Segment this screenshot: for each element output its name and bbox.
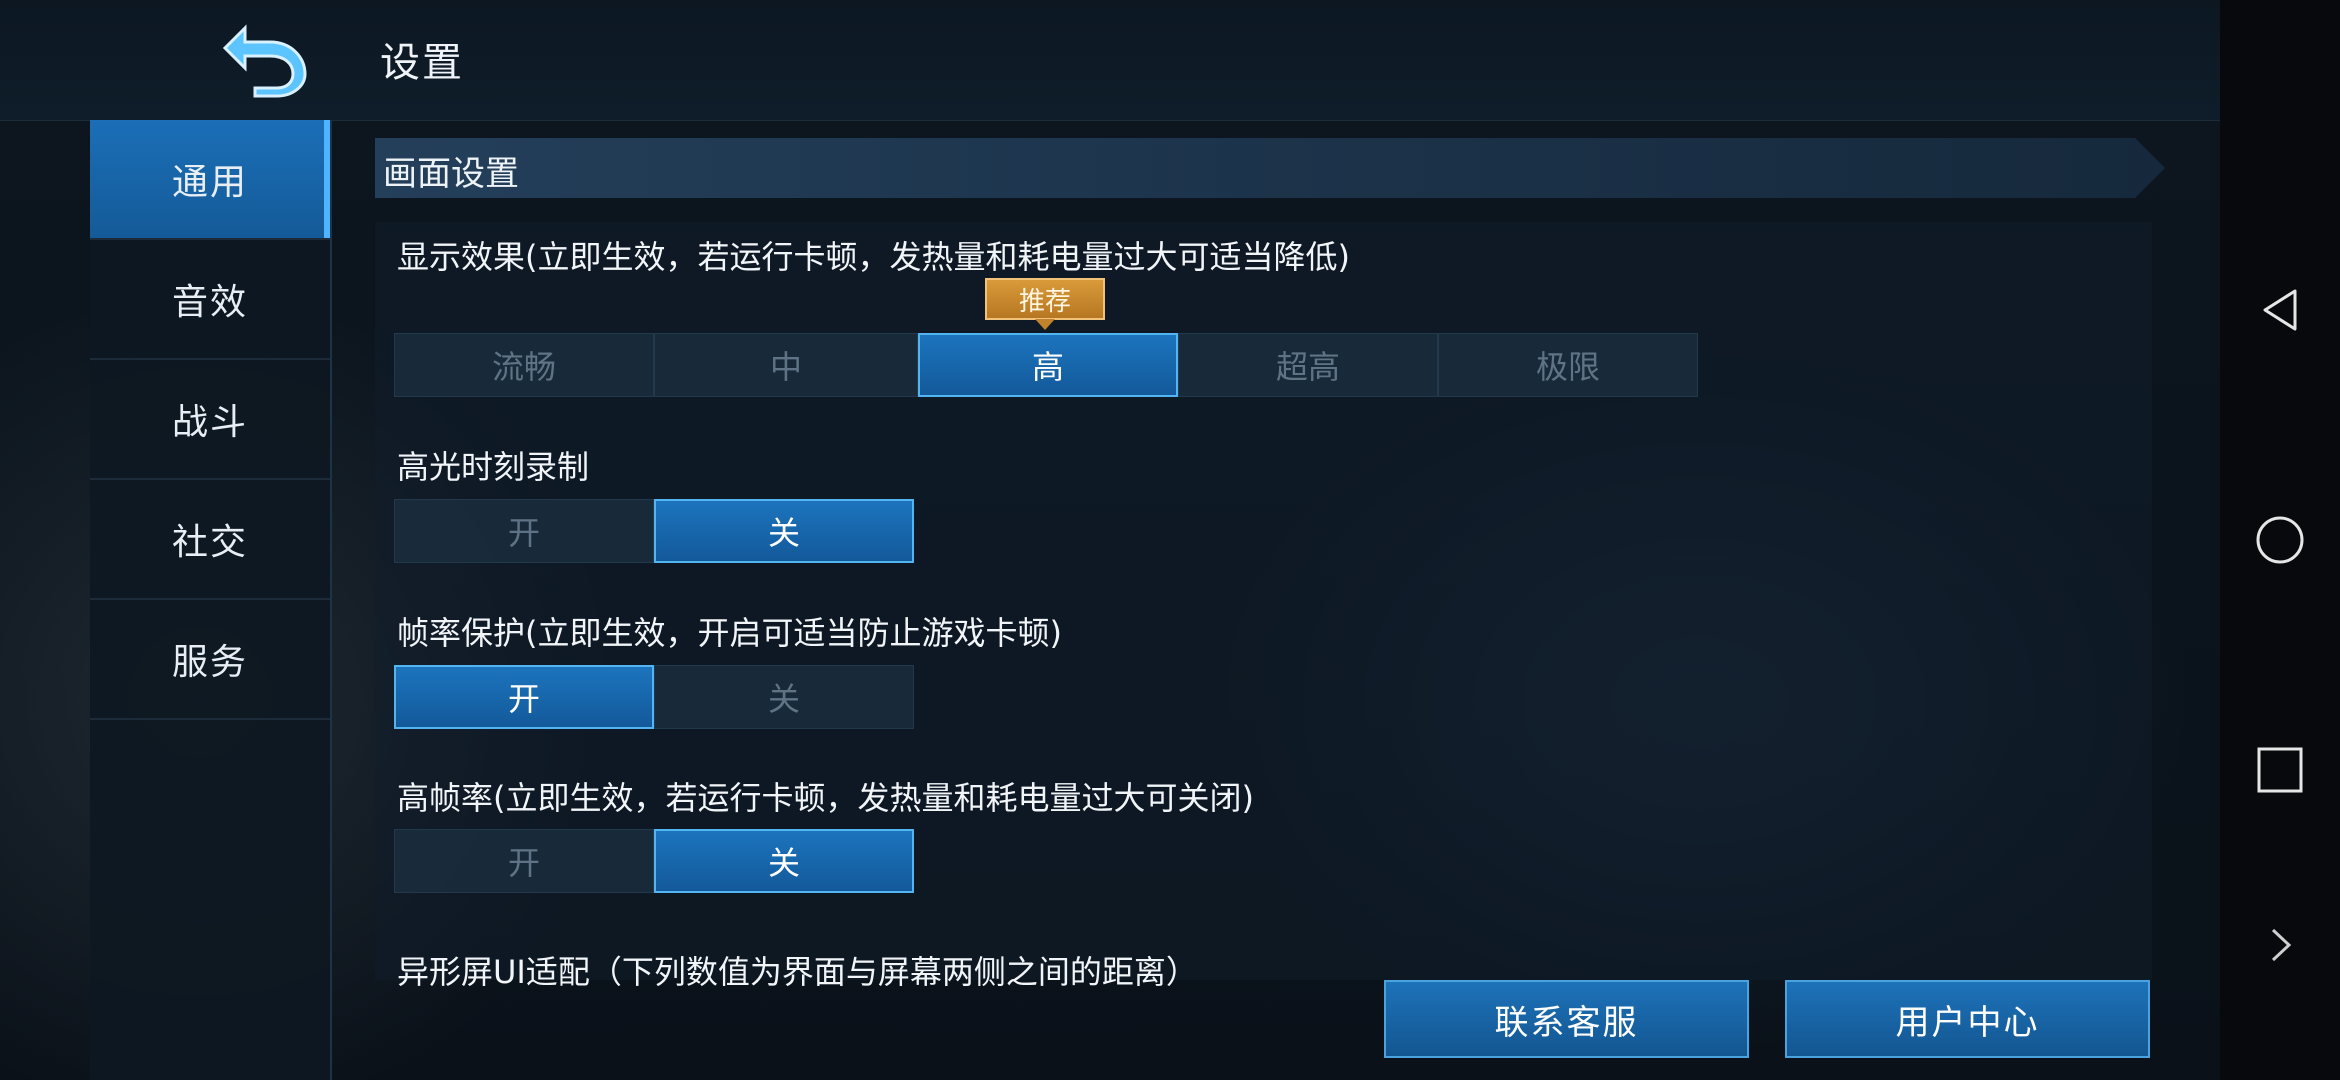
- sidebar-item-sound[interactable]: 音效: [90, 240, 330, 360]
- contact-support-button[interactable]: 联系客服: [1384, 980, 1749, 1058]
- chevron-right-icon[interactable]: [2255, 920, 2305, 970]
- high-fps-on-option[interactable]: 开: [394, 829, 654, 893]
- frame-protect-off-option[interactable]: 关: [654, 665, 914, 729]
- high-fps-toggle: 开 关: [394, 829, 914, 895]
- sidebar-item-label: 通用: [171, 162, 248, 203]
- display-effect-selector: 流畅 中 高 超高 极限: [394, 333, 1698, 399]
- sidebar-item-battle[interactable]: 战斗: [90, 360, 330, 480]
- sidebar-item-label: 音效: [171, 282, 248, 323]
- section-title: 画面设置: [383, 154, 519, 194]
- highlight-off-option[interactable]: 关: [654, 499, 914, 563]
- back-button[interactable]: [215, 18, 315, 98]
- page-title: 设置: [380, 40, 464, 86]
- high-fps-label: 高帧率(立即生效，若运行卡顿，发热量和耗电量过大可关闭): [397, 779, 1254, 817]
- sidebar-item-social[interactable]: 社交: [90, 480, 330, 600]
- frame-protect-label: 帧率保护(立即生效，开启可适当防止游戏卡顿): [397, 614, 1062, 652]
- circle-home-icon[interactable]: [2255, 515, 2305, 565]
- quality-option-extreme[interactable]: 极限: [1438, 333, 1698, 397]
- quality-option-ultra[interactable]: 超高: [1178, 333, 1438, 397]
- user-center-button[interactable]: 用户中心: [1785, 980, 2150, 1058]
- sidebar-item-label: 战斗: [171, 402, 248, 443]
- highlight-on-option[interactable]: 开: [394, 499, 654, 563]
- sidebar: 通用 音效 战斗 社交 服务: [90, 120, 332, 1080]
- quality-option-medium[interactable]: 中: [654, 333, 918, 397]
- high-fps-off-option[interactable]: 关: [654, 829, 914, 893]
- sidebar-item-service[interactable]: 服务: [90, 600, 330, 720]
- triangle-back-icon[interactable]: [2255, 285, 2305, 335]
- sidebar-item-label: 服务: [171, 642, 248, 683]
- quality-option-high[interactable]: 高: [918, 333, 1178, 397]
- square-recent-icon[interactable]: [2255, 745, 2305, 795]
- frame-protect-toggle: 开 关: [394, 665, 914, 731]
- frame-protect-on-option[interactable]: 开: [394, 665, 654, 729]
- sidebar-item-general[interactable]: 通用: [90, 120, 330, 240]
- notch-adapt-label: 异形屏UI适配（下列数值为界面与屏幕两侧之间的距离）: [397, 953, 1198, 991]
- sidebar-item-label: 社交: [171, 522, 248, 563]
- recommended-badge: 推荐: [985, 278, 1105, 330]
- highlight-recording-label: 高光时刻录制: [397, 448, 590, 486]
- quality-option-smooth[interactable]: 流畅: [394, 333, 654, 397]
- display-effect-label: 显示效果(立即生效，若运行卡顿，发热量和耗电量过大可适当降低): [397, 238, 1350, 276]
- back-arrow-icon: [222, 24, 307, 98]
- highlight-recording-toggle: 开 关: [394, 499, 914, 565]
- section-header: 画面设置: [375, 138, 2165, 198]
- top-bar: 设置: [0, 0, 2220, 121]
